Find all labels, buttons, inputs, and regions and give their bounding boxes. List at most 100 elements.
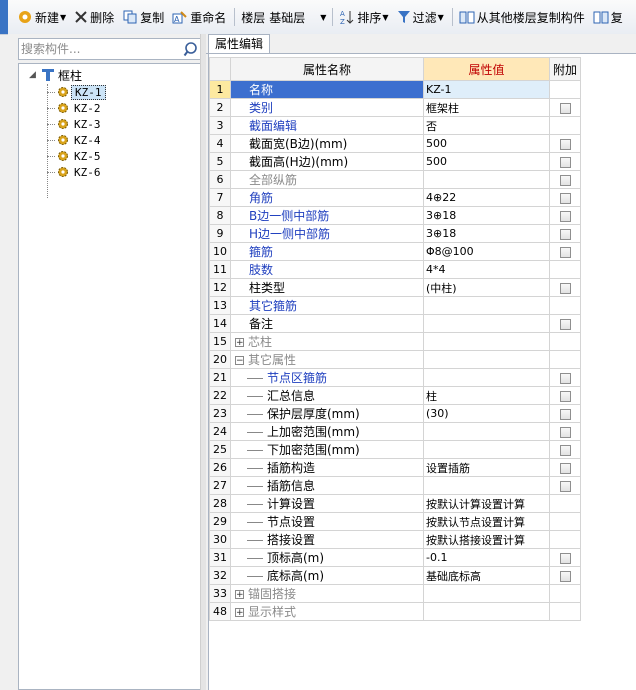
extra-checkbox[interactable] (559, 246, 571, 258)
property-value[interactable]: (30) (423, 404, 550, 423)
property-row[interactable]: 30 搭接设置 按默认搭接设置计算 (209, 530, 581, 549)
property-value[interactable] (423, 350, 550, 369)
property-value[interactable]: Φ8@100 (423, 242, 550, 261)
property-name-cell[interactable]: 下加密范围(mm) (230, 440, 424, 459)
property-name-cell[interactable]: 插筋信息 (230, 476, 424, 495)
property-row[interactable]: 10 箍筋 Φ8@100 (209, 242, 581, 261)
extra-checkbox[interactable] (559, 228, 571, 240)
property-value[interactable]: 按默认搭接设置计算 (423, 530, 550, 549)
property-value[interactable]: 500 (423, 152, 550, 171)
property-value[interactable] (423, 584, 550, 603)
property-value[interactable]: 设置插筋 (423, 458, 550, 477)
property-value[interactable]: 基础底标高 (423, 566, 550, 585)
property-name-cell[interactable]: 保护层厚度(mm) (230, 404, 424, 423)
sort-button[interactable]: AZ 排序 ▼ (336, 6, 391, 28)
extra-checkbox[interactable] (559, 156, 571, 168)
property-row[interactable]: 23 保护层厚度(mm) (30) (209, 404, 581, 423)
collapse-icon[interactable]: ◢ (29, 70, 41, 80)
property-name-cell[interactable]: 类别 (230, 98, 424, 117)
property-row[interactable]: 31 顶标高(m) -0.1 (209, 548, 581, 567)
property-name-cell[interactable]: 全部纵筋 (230, 170, 424, 189)
property-name-cell[interactable]: 柱类型 (230, 278, 424, 297)
extra-checkbox[interactable] (559, 210, 571, 222)
copy-button[interactable]: 复制 (119, 6, 167, 28)
filter-button[interactable]: 过滤 ▼ (394, 6, 447, 28)
property-row[interactable]: 8 B边一侧中部筋 3⊕18 (209, 206, 581, 225)
property-row[interactable]: 1 名称 KZ-1 (209, 80, 581, 99)
property-row[interactable]: 7 角筋 4⊕22 (209, 188, 581, 207)
property-name-cell[interactable]: 角筋 (230, 188, 424, 207)
property-value[interactable]: 柱 (423, 386, 550, 405)
property-value[interactable] (423, 314, 550, 333)
extra-checkbox[interactable] (559, 426, 571, 438)
property-value[interactable]: KZ-1 (423, 80, 550, 99)
property-name-cell[interactable]: 上加密范围(mm) (230, 422, 424, 441)
delete-button[interactable]: 删除 (71, 6, 117, 28)
extra-checkbox[interactable] (559, 462, 571, 474)
property-row[interactable]: 22 汇总信息 柱 (209, 386, 581, 405)
extra-checkbox[interactable] (559, 102, 571, 114)
extra-checkbox[interactable] (559, 444, 571, 456)
extra-checkbox[interactable] (559, 552, 571, 564)
property-value[interactable]: 否 (423, 116, 550, 135)
property-row[interactable]: 28 计算设置 按默认计算设置计算 (209, 494, 581, 513)
property-row[interactable]: 29 节点设置 按默认节点设置计算 (209, 512, 581, 531)
tree-item[interactable]: KZ-4 (47, 132, 104, 148)
property-row[interactable]: 6 全部纵筋 (209, 170, 581, 189)
property-value[interactable] (423, 440, 550, 459)
property-value[interactable]: 4⊕22 (423, 188, 550, 207)
property-value[interactable] (423, 332, 550, 351)
property-value[interactable]: 3⊕18 (423, 224, 550, 243)
property-name-cell[interactable]: 其它箍筋 (230, 296, 424, 315)
property-name-cell[interactable]: 箍筋 (230, 242, 424, 261)
property-name-cell[interactable]: + 锚固搭接 (230, 584, 424, 603)
property-name-cell[interactable]: 肢数 (230, 260, 424, 279)
copy-to-floor-button[interactable]: 复 (590, 6, 626, 28)
extra-checkbox[interactable] (559, 318, 571, 330)
property-name-cell[interactable]: 截面编辑 (230, 116, 424, 135)
property-value[interactable] (423, 602, 550, 621)
property-name-cell[interactable]: 底标高(m) (230, 566, 424, 585)
tab-property-edit[interactable]: 属性编辑 (208, 34, 271, 54)
property-name-cell[interactable]: 汇总信息 (230, 386, 424, 405)
search-input[interactable] (21, 40, 179, 58)
property-name-cell[interactable]: + 显示样式 (230, 602, 424, 621)
extra-checkbox[interactable] (559, 480, 571, 492)
extra-checkbox[interactable] (559, 282, 571, 294)
property-row[interactable]: 48 + 显示样式 (209, 602, 581, 621)
property-row[interactable]: 9 H边一侧中部筋 3⊕18 (209, 224, 581, 243)
property-name-cell[interactable]: + 芯柱 (230, 332, 424, 351)
tree-item[interactable]: KZ-2 (47, 100, 104, 116)
extra-checkbox[interactable] (559, 390, 571, 402)
property-row[interactable]: 4 截面宽(B边)(mm) 500 (209, 134, 581, 153)
tree-item[interactable]: KZ-5 (47, 148, 104, 164)
property-name-cell[interactable]: 节点区箍筋 (230, 368, 424, 387)
property-name-cell[interactable]: − 其它属性 (230, 350, 424, 369)
property-row[interactable]: 11 肢数 4*4 (209, 260, 581, 279)
property-name-cell[interactable]: 截面高(H边)(mm) (230, 152, 424, 171)
property-name-cell[interactable]: 搭接设置 (230, 530, 424, 549)
property-value[interactable]: 框架柱 (423, 98, 550, 117)
property-value[interactable]: 按默认节点设置计算 (423, 512, 550, 531)
search-icon[interactable] (183, 41, 201, 59)
property-value[interactable]: 3⊕18 (423, 206, 550, 225)
property-name-cell[interactable]: 顶标高(m) (230, 548, 424, 567)
copy-from-floor-button[interactable]: 从其他楼层复制构件 (456, 6, 588, 28)
property-value[interactable]: 按默认计算设置计算 (423, 494, 550, 513)
property-row[interactable]: 2 类别 框架柱 (209, 98, 581, 117)
property-row[interactable]: 25 下加密范围(mm) (209, 440, 581, 459)
expand-icon[interactable]: + (235, 338, 244, 348)
property-row[interactable]: 21 节点区箍筋 (209, 368, 581, 387)
property-row[interactable]: 5 截面高(H边)(mm) 500 (209, 152, 581, 171)
property-name-cell[interactable]: 计算设置 (230, 494, 424, 513)
tree-item[interactable]: KZ-3 (47, 116, 104, 132)
property-value[interactable] (423, 296, 550, 315)
new-button[interactable]: 新建 ▼ (14, 6, 69, 28)
collapse-icon[interactable]: − (235, 356, 244, 366)
property-row[interactable]: 14 备注 (209, 314, 581, 333)
property-name-cell[interactable]: 名称 (230, 80, 424, 99)
tree-item[interactable]: KZ-1 (47, 84, 106, 100)
property-row[interactable]: 33 + 锚固搭接 (209, 584, 581, 603)
property-name-cell[interactable]: 节点设置 (230, 512, 424, 531)
property-name-cell[interactable]: H边一侧中部筋 (230, 224, 424, 243)
